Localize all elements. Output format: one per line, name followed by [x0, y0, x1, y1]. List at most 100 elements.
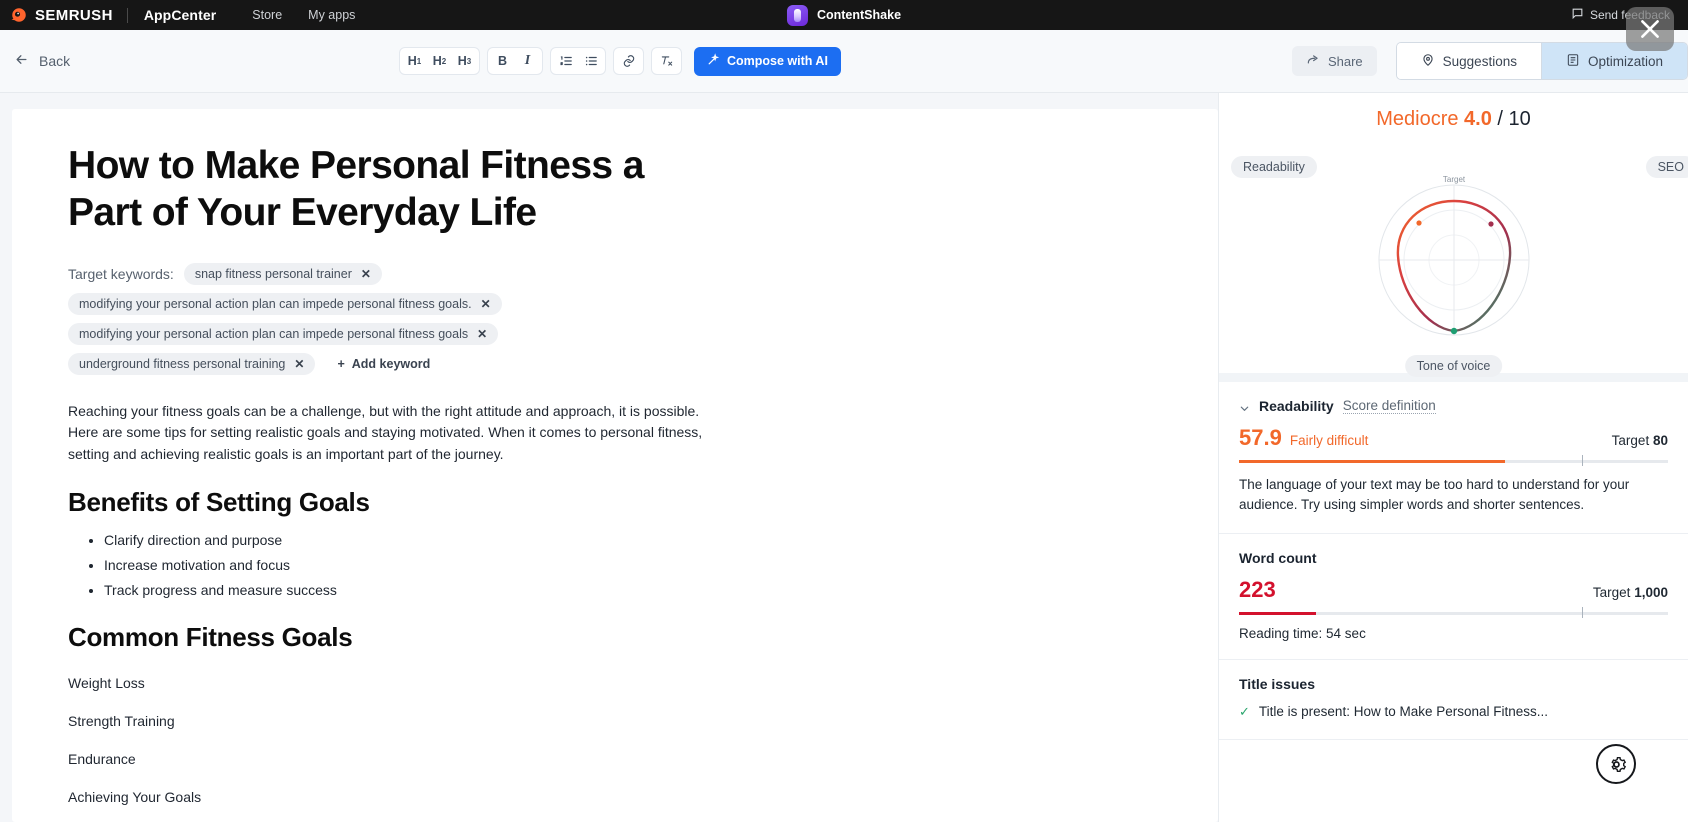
chip-seo[interactable]: SEO [1645, 156, 1688, 178]
readability-tag: Fairly difficult [1289, 433, 1369, 448]
chip-readability[interactable]: Readability [1231, 156, 1317, 178]
document-line[interactable]: Endurance [68, 751, 1162, 767]
back-label: Back [39, 53, 71, 69]
add-keyword-label: Add keyword [351, 356, 431, 371]
remove-keyword-icon[interactable]: ✕ [481, 297, 491, 311]
keyword-row: modifying your personal action plan can … [68, 322, 499, 345]
title-issues-title: Title issues [1239, 676, 1316, 692]
ordered-list-button[interactable] [553, 49, 578, 73]
settings-button[interactable] [1596, 744, 1636, 784]
back-button[interactable]: Back [0, 52, 70, 70]
issue-text: Title is present: How to Make Personal F… [1258, 704, 1549, 719]
keyword-row: underground fitness personal training ✕ … [68, 352, 442, 375]
keyword-text: underground fitness personal training [79, 356, 286, 371]
brand-name: SEMRUSH [35, 6, 113, 24]
benefits-list: Clarify direction and purpose Increase m… [104, 530, 1162, 600]
remove-keyword-icon[interactable]: ✕ [294, 357, 304, 371]
word-count-progress-bar [1239, 607, 1668, 618]
list-item[interactable]: Clarify direction and purpose [104, 530, 1162, 550]
heading-1-sub: 1 [416, 56, 422, 66]
list-item[interactable]: Increase motivation and focus [104, 555, 1162, 575]
heading-3-sub: 3 [466, 56, 472, 66]
app-badge: ContentShake [786, 4, 901, 26]
heading-common-goals[interactable]: Common Fitness Goals [68, 622, 1162, 653]
heading-2-sub: 2 [441, 56, 447, 66]
bullet-list-icon [585, 56, 597, 66]
heading-1-button[interactable]: H1 [402, 49, 427, 73]
radar-svg: Target [1378, 175, 1529, 336]
quality-radar-chart: Readability SEO Tone of voice Target [1219, 136, 1688, 377]
magic-wand-icon [707, 53, 720, 69]
compose-with-ai-button[interactable]: Compose with AI [694, 46, 841, 76]
remove-keyword-icon[interactable]: ✕ [361, 267, 371, 281]
tab-optimization-label: Optimization [1587, 53, 1663, 69]
radar-target-label: Target [1442, 175, 1465, 184]
intro-paragraph[interactable]: Reaching your fitness goals can be a cha… [68, 401, 723, 466]
check-icon: ✓ [1239, 704, 1250, 719]
word-count-metric: 223 Target 1,000 [1239, 577, 1668, 603]
word-count-value: 223 [1239, 577, 1276, 602]
bullet-list-button[interactable] [578, 49, 603, 73]
ordered-list-icon [559, 56, 572, 66]
list-item[interactable]: Track progress and measure success [104, 580, 1162, 600]
insert-link-button[interactable] [616, 49, 641, 73]
nav-item-my-apps[interactable]: My apps [308, 8, 355, 22]
readability-target-value: 80 [1652, 433, 1668, 448]
bold-button[interactable]: B [490, 49, 515, 73]
keyword-row: modifying your personal action plan can … [68, 292, 502, 315]
score-definition-link[interactable]: Score definition [1342, 398, 1436, 414]
keyword-tag[interactable]: modifying your personal action plan can … [68, 292, 502, 315]
readability-progress-bar [1239, 455, 1668, 466]
share-icon [1306, 53, 1320, 70]
word-count-section: Word count 223 Target 1,000 Reading time… [1219, 534, 1688, 660]
heading-3-button[interactable]: H3 [452, 49, 477, 73]
top-nav-links: Store My apps [252, 8, 355, 22]
score-max: / 10 [1497, 108, 1531, 130]
readability-progress-fill [1239, 460, 1505, 463]
keyword-text: snap fitness personal trainer [194, 266, 352, 281]
keyword-tag[interactable]: snap fitness personal trainer ✕ [183, 262, 382, 285]
share-button[interactable]: Share [1291, 46, 1377, 76]
tab-suggestions[interactable]: Suggestions [1396, 43, 1541, 79]
feedback-icon [1571, 7, 1584, 23]
document-sheet[interactable]: How to Make Personal Fitness a Part of Y… [12, 109, 1218, 822]
reading-time: Reading time: 54 sec [1239, 626, 1366, 641]
add-keyword-button[interactable]: + Add keyword [325, 353, 442, 375]
arrow-left-icon [14, 52, 29, 70]
readability-header[interactable]: Readability Score definition [1239, 398, 1668, 414]
nav-item-store[interactable]: Store [252, 8, 282, 22]
keyword-text: modifying your personal action plan can … [79, 296, 472, 311]
text-style-group: B I [487, 47, 543, 75]
clear-format-group [651, 47, 682, 75]
brand-block[interactable]: SEMRUSH AppCenter [0, 6, 216, 24]
contentshake-app-icon [786, 4, 808, 26]
issue-item: ✓ Title is present: How to Make Personal… [1239, 703, 1668, 721]
readability-metric: 57.9 Fairly difficult Target 80 [1239, 425, 1668, 451]
link-group [613, 47, 644, 75]
chevron-down-icon[interactable] [1239, 401, 1250, 412]
clear-formatting-button[interactable] [654, 49, 679, 73]
semrush-logo-icon [10, 6, 28, 24]
heading-benefits[interactable]: Benefits of Setting Goals [68, 487, 1162, 518]
score-card: Mediocre 4.0 / 10 Readability SEO Tone o… [1219, 93, 1688, 382]
tab-suggestions-label: Suggestions [1442, 53, 1517, 69]
brand-divider [126, 7, 128, 23]
word-count-target-tick [1582, 607, 1584, 618]
document-line[interactable]: Weight Loss [68, 675, 1162, 691]
italic-button[interactable]: I [515, 49, 540, 73]
target-keywords-row: Target keywords: snap fitness personal t… [68, 262, 1162, 285]
keyword-tag[interactable]: modifying your personal action plan can … [68, 322, 499, 345]
close-icon [1641, 20, 1659, 38]
word-count-target-value: 1,000 [1634, 585, 1668, 600]
remove-keyword-icon[interactable]: ✕ [477, 327, 487, 341]
readability-value: 57.9 [1239, 425, 1282, 450]
pin-icon [1421, 53, 1435, 70]
heading-2-button[interactable]: H2 [427, 49, 452, 73]
keyword-tag[interactable]: underground fitness personal training ✕ [68, 352, 316, 375]
document-line[interactable]: Achieving Your Goals [68, 789, 1162, 805]
page-title[interactable]: How to Make Personal Fitness a Part of Y… [68, 143, 708, 237]
document-line[interactable]: Strength Training [68, 713, 1162, 729]
close-button[interactable] [1626, 7, 1674, 51]
compose-label: Compose with AI [727, 54, 828, 68]
word-count-target: Target 1,000 [1593, 585, 1668, 600]
